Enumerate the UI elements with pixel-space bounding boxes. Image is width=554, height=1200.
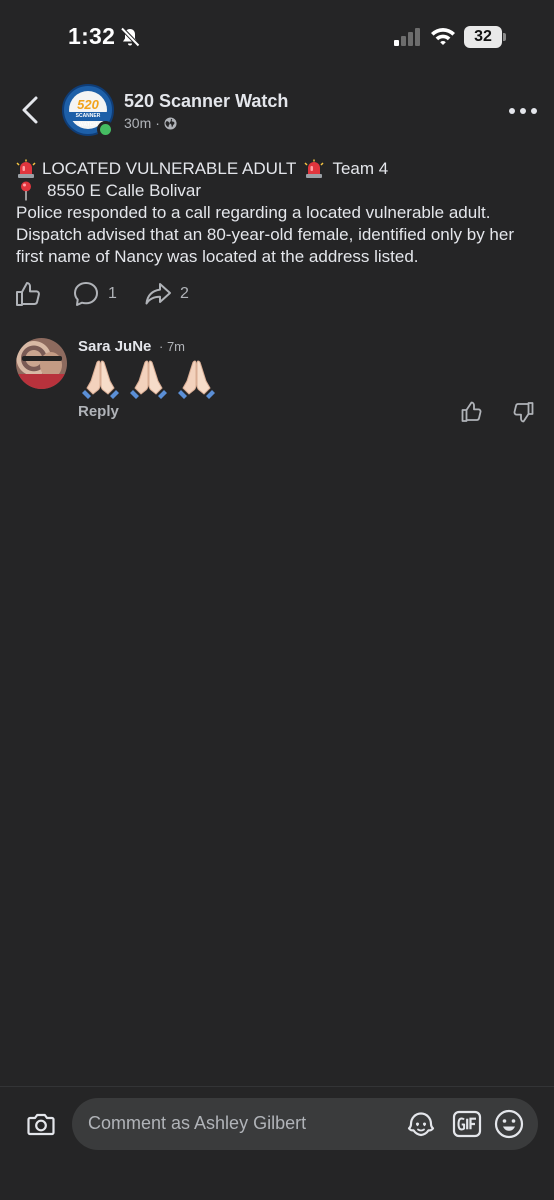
logo-band: SCANNER WATCH [67,112,109,128]
comment-body [80,357,217,399]
gif-icon[interactable] [452,1109,482,1139]
avatar-shirt [16,374,67,389]
post-address-line: 8550 E Calle Bolivar [16,180,546,202]
commenter-avatar[interactable] [16,338,67,389]
folded-hands-emoji-icon [130,360,167,399]
like-button[interactable] [14,280,42,308]
share-button[interactable]: 2 [144,280,189,308]
comment-bubble-icon [74,282,98,306]
comment-time: · 7m [159,339,185,354]
comment-input[interactable]: Comment as Ashley Gilbert [88,1113,306,1134]
pushpin-emoji-icon [21,181,31,201]
post-meta: 30m · [124,115,177,131]
commenter-name[interactable]: Sara JuNe [78,338,151,355]
globe-icon [164,116,177,130]
back-button[interactable] [18,94,46,126]
logo-number: 520 [77,97,99,112]
more-options-button[interactable] [508,106,538,116]
comment-input-box[interactable]: Comment as Ashley Gilbert [72,1098,538,1150]
post-description: Police responded to a call regarding a l… [16,203,515,266]
post-actions: 1 2 [14,280,314,310]
post-time[interactable]: 30m [124,115,151,131]
bell-muted-icon [120,27,140,47]
cell-signal-icon [394,28,420,46]
comment-composer-bar: Comment as Ashley Gilbert [0,1086,554,1200]
battery-cap [503,33,506,41]
wifi-icon [431,28,455,45]
comment-button[interactable]: 1 [72,280,117,308]
siren-emoji-icon [304,159,324,178]
battery-level: 32 [464,26,502,48]
camera-icon[interactable] [26,1109,56,1139]
status-time: 1:32 [68,23,116,49]
online-status-dot [97,121,114,138]
status-bar: 1:32 32 [0,0,554,72]
headline-text: LOCATED VULNERABLE ADULT [42,159,297,178]
reply-button[interactable]: Reply [78,403,119,420]
meta-separator: · [155,115,160,131]
comment-count: 1 [108,285,117,302]
post-header: 520 SCANNER WATCH 520 Scanner Watch 30m … [0,80,554,144]
post-body: LOCATED VULNERABLE ADULT Team 4 8550 E C… [16,158,546,268]
comment-thumbs-up-icon[interactable] [460,400,484,424]
comment-thumbs-down-icon[interactable] [511,400,535,424]
folded-hands-emoji-icon [178,360,215,399]
folded-hands-emoji-icon [82,360,119,399]
emoji-smiley-icon[interactable] [493,1108,525,1140]
share-count: 2 [180,285,189,302]
post-headline: LOCATED VULNERABLE ADULT Team 4 [16,158,546,180]
battery-indicator: 32 [464,26,506,48]
siren-emoji-icon [16,159,36,178]
thumbs-up-icon [16,282,40,306]
avatar-sticker-icon[interactable] [405,1108,437,1140]
page-name[interactable]: 520 Scanner Watch [124,91,288,112]
address-text: 8550 E Calle Bolivar [47,181,202,200]
share-arrow-icon [145,283,171,305]
avatar-glasses [22,356,62,361]
headline-suffix: Team 4 [332,159,389,178]
